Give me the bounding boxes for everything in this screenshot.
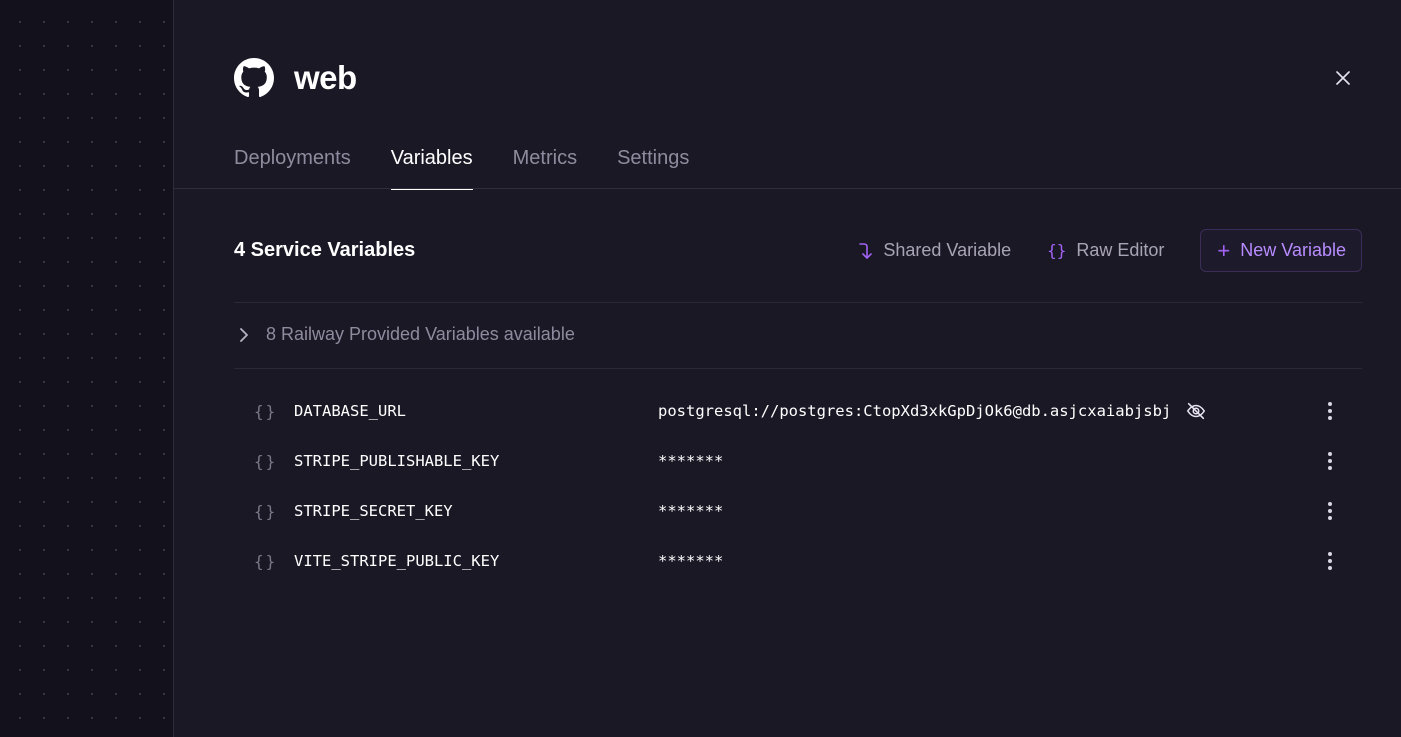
eye-off-icon[interactable] (1185, 400, 1207, 422)
shared-variable-label: Shared Variable (883, 240, 1012, 260)
project-canvas-background[interactable] (0, 0, 173, 737)
dot (1328, 509, 1332, 513)
provided-divider (234, 368, 1362, 369)
service-header: web (234, 56, 357, 100)
dot (1328, 459, 1332, 463)
dot (1328, 552, 1332, 556)
variable-row[interactable]: {} STRIPE_PUBLISHABLE_KEY ******* (234, 436, 1362, 486)
variable-value[interactable]: postgresql://postgres:CtopXd3xkGpDjOk6@d… (658, 402, 1171, 420)
tab-deployments[interactable]: Deployments (234, 138, 351, 189)
section-title: 4 Service Variables (234, 239, 416, 261)
chevron-right-icon (240, 327, 248, 342)
variable-value-group: ******* (658, 552, 723, 570)
variable-value-group: ******* (658, 452, 723, 470)
raw-editor-label: Raw Editor (1076, 240, 1165, 260)
service-panel: web Deployments Variables Metrics Settin… (173, 0, 1401, 737)
dot (1328, 452, 1332, 456)
new-variable-button[interactable]: + New Variable (1200, 229, 1362, 272)
raw-editor-button[interactable]: {} Raw Editor (1047, 229, 1180, 272)
variable-key[interactable]: DATABASE_URL (294, 402, 406, 420)
arrow-turn-down-icon (859, 242, 873, 259)
more-options-button[interactable] (1322, 399, 1338, 423)
variable-row[interactable]: {} DATABASE_URL postgresql://postgres:Ct… (234, 386, 1362, 436)
tab-variables[interactable]: Variables (390, 138, 473, 190)
github-icon (234, 58, 274, 98)
more-options-button[interactable] (1322, 449, 1338, 473)
variables-list: {} DATABASE_URL postgresql://postgres:Ct… (234, 386, 1362, 586)
braces-icon: {} (1047, 241, 1067, 260)
dot (1328, 516, 1332, 520)
braces-icon: {} (254, 551, 278, 571)
variable-value-group: postgresql://postgres:CtopXd3xkGpDjOk6@d… (658, 400, 1207, 422)
dot (1328, 409, 1332, 413)
close-icon (1336, 71, 1350, 85)
dot (1328, 566, 1332, 570)
variable-row[interactable]: {} VITE_STRIPE_PUBLIC_KEY ******* (234, 536, 1362, 586)
dot (1328, 416, 1332, 420)
dot (1328, 466, 1332, 470)
variables-section-header: 4 Service Variables Shared Variable {} R… (234, 229, 1362, 272)
variable-key[interactable]: STRIPE_PUBLISHABLE_KEY (294, 452, 499, 470)
variable-key[interactable]: STRIPE_SECRET_KEY (294, 502, 453, 520)
braces-icon: {} (254, 451, 278, 471)
dot (1328, 502, 1332, 506)
variable-value-group: ******* (658, 502, 723, 520)
variable-value[interactable]: ******* (658, 452, 723, 470)
plus-icon: + (1217, 237, 1231, 263)
new-variable-label: New Variable (1240, 240, 1346, 260)
provided-variables-label: 8 Railway Provided Variables available (266, 324, 575, 344)
dot (1328, 402, 1332, 406)
close-button[interactable] (1331, 66, 1355, 90)
variable-key[interactable]: VITE_STRIPE_PUBLIC_KEY (294, 552, 499, 570)
provided-variables-toggle[interactable]: 8 Railway Provided Variables available (238, 324, 575, 345)
variable-value[interactable]: ******* (658, 502, 723, 520)
service-title: web (294, 59, 357, 96)
service-tabs: Deployments Variables Metrics Settings (234, 138, 689, 190)
shared-variable-button[interactable]: Shared Variable (857, 229, 1027, 272)
section-divider (234, 302, 1362, 303)
variable-value[interactable]: ******* (658, 552, 723, 570)
variable-row[interactable]: {} STRIPE_SECRET_KEY ******* (234, 486, 1362, 536)
more-options-button[interactable] (1322, 499, 1338, 523)
braces-icon: {} (254, 501, 278, 521)
variables-actions: Shared Variable {} Raw Editor + New Vari… (857, 229, 1362, 272)
tab-settings[interactable]: Settings (617, 138, 689, 189)
tab-metrics[interactable]: Metrics (513, 138, 577, 189)
braces-icon: {} (254, 401, 278, 421)
more-options-button[interactable] (1322, 549, 1338, 573)
dot (1328, 559, 1332, 563)
tabs-divider (174, 188, 1401, 189)
